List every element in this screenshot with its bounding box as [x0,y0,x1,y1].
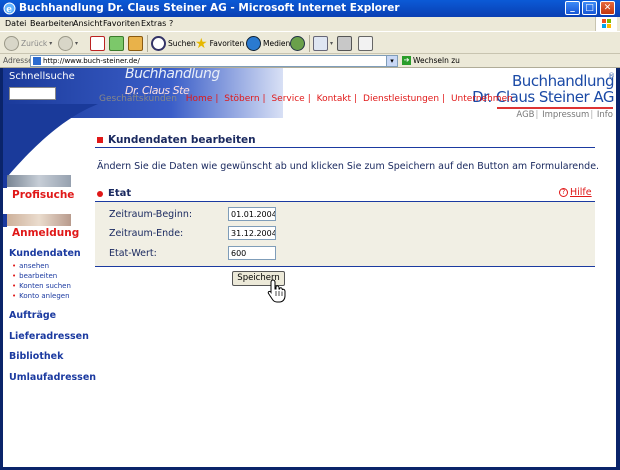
sidebar-umlaufadressen[interactable]: Umlaufadressen [9,372,96,383]
edit-button[interactable] [358,35,373,52]
refresh-button[interactable] [109,35,124,52]
sidebar-sub-ansehen[interactable]: • ansehen [12,262,49,270]
address-dropdown[interactable]: ▾ [386,55,398,67]
menu-help[interactable]: ? [169,19,173,28]
address-label: Adresse [3,56,33,65]
menu-bar: Datei Bearbeiten Ansicht Favoriten Extra… [0,17,620,31]
toolbar: Zurück ▾ ▾ Suchen ★ Favoriten Medien ▾ [0,31,620,54]
nav-stoebern[interactable]: Stöbern [224,94,259,104]
minimize-button[interactable]: _ [565,1,580,15]
title-bar: e Buchhandlung Dr. Claus Steiner AG - Mi… [0,0,620,17]
zeitraum-ende-label: Zeitraum-Ende: [109,228,184,239]
search-icon [151,36,166,51]
internet-explorer-icon: e [3,2,16,15]
etat-wert-label: Etat-Wert: [109,248,157,259]
instructions-text: Ändern Sie die Daten wie gewünscht ab un… [97,161,600,172]
search-button[interactable]: Suchen [151,35,196,52]
meta-link-agb[interactable]: AGB [516,110,534,120]
sidebar-kundendaten[interactable]: Kundendaten [9,248,81,259]
meta-nav: AGB| Impressum| Info [516,110,613,120]
media-icon [246,36,261,51]
mail-button[interactable]: ▾ [313,35,333,52]
sidebar-bibliothek[interactable]: Bibliothek [9,351,63,362]
nav-unternehmen[interactable]: Unternehmen [451,94,513,104]
menu-favoriten[interactable]: Favoriten [103,19,140,28]
home-button[interactable] [128,35,143,52]
sidebar-lieferadressen[interactable]: Lieferadressen [9,331,89,342]
history-icon [290,36,305,51]
menu-bearbeiten[interactable]: Bearbeiten [30,19,74,28]
profisuche-banner-image [7,175,71,187]
stop-icon [90,36,105,51]
print-button[interactable] [337,35,352,52]
maximize-button[interactable]: □ [582,1,597,15]
favorites-button[interactable]: ★ Favoriten [195,35,244,52]
mail-icon [313,36,328,51]
sidebar-auftraege[interactable]: Aufträge [9,310,56,321]
quicksearch-label: Schnellsuche [9,71,75,82]
menu-extras[interactable]: Extras [141,19,166,28]
menu-ansicht[interactable]: Ansicht [73,19,103,28]
sidebar-sub-konto-anlegen[interactable]: • Konto anlegen [12,292,70,300]
go-arrow-icon: ➔ [402,56,411,65]
windows-logo-icon [595,17,617,31]
etat-wert-input[interactable] [228,246,276,260]
section-divider-bottom [95,266,595,267]
section-title: Etat [97,188,131,199]
nav-context-label: Geschäftskunden [99,94,177,104]
history-button[interactable] [290,35,305,52]
help-icon: ? [559,188,568,197]
title-bullet-icon [97,137,103,143]
refresh-icon [109,36,124,51]
svg-text:e: e [6,5,12,15]
star-icon: ★ [195,35,208,52]
go-button[interactable]: ➔ Wechseln zu [402,56,460,65]
nav-home[interactable]: Home [186,94,213,104]
title-divider [95,147,595,148]
home-icon [128,36,143,51]
sidebar-anmeldung[interactable]: Anmeldung [3,214,79,239]
page-viewport: Schnellsuche Buchhandlung Dr. Claus Ste B… [3,68,616,467]
sidebar-sub-bearbeiten[interactable]: • bearbeiten [12,272,57,280]
address-bar: Adresse http://www.buch-steiner.de/ ▾ ➔ … [0,54,620,68]
meta-link-impressum[interactable]: Impressum [542,110,589,120]
media-button[interactable]: Medien [246,35,290,52]
printer-icon [337,36,352,51]
hand-cursor-icon [267,279,286,303]
edit-page-icon [358,36,373,51]
logo-underline [497,107,613,109]
nav-kontakt[interactable]: Kontakt [317,94,351,104]
window-title: Buchhandlung Dr. Claus Steiner AG - Micr… [19,2,400,14]
sidebar-sub-konten-suchen[interactable]: • Konten suchen [12,282,71,290]
section-bullet-icon [97,190,103,197]
address-input[interactable]: http://www.buch-steiner.de/ [30,55,398,67]
close-button[interactable]: ✕ [600,1,615,15]
forward-arrow-icon [58,36,73,51]
back-arrow-icon [4,36,19,51]
back-button[interactable]: Zurück ▾ [4,35,52,52]
anmeldung-banner-image [7,214,71,226]
quicksearch-input[interactable] [9,87,56,100]
main-nav: Geschäftskunden Home | Stöbern | Service | … [99,94,513,104]
meta-link-info[interactable]: Info [597,110,613,120]
menu-datei[interactable]: Datei [5,19,26,28]
zeitraum-beginn-input[interactable] [228,207,276,221]
help-link[interactable]: ? Hilfe [559,187,592,198]
zeitraum-beginn-label: Zeitraum-Beginn: [109,209,193,220]
zeitraum-ende-input[interactable] [228,226,276,240]
stop-button[interactable] [90,35,105,52]
page-icon [33,57,41,65]
page-title: Kundendaten bearbeiten [97,134,256,146]
sidebar-profisuche[interactable]: Profisuche [3,175,74,201]
header-wave [3,104,98,182]
nav-service[interactable]: Service [271,94,304,104]
forward-button[interactable]: ▾ [58,35,78,52]
nav-dienstleistungen[interactable]: Dienstleistungen [363,94,439,104]
